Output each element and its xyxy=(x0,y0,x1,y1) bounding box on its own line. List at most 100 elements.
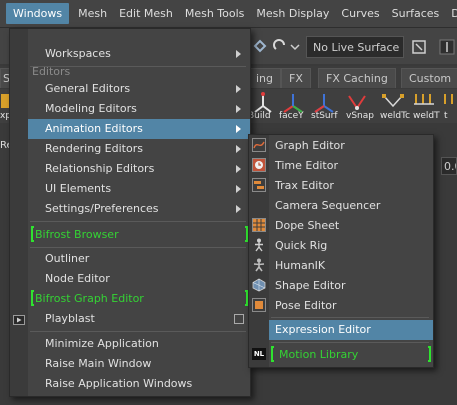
menu-item-label: Animation Editors xyxy=(45,122,143,135)
menu-deform[interactable]: De xyxy=(445,0,457,27)
graph-editor-icon xyxy=(252,138,266,152)
plugin-bracket-left-icon xyxy=(31,290,34,306)
menu-item-label: Settings/Preferences xyxy=(45,202,159,215)
quick-rig-icon xyxy=(255,238,263,252)
menu-curves[interactable]: Curves xyxy=(335,0,385,27)
menu-separator xyxy=(30,331,246,332)
animation-editors-submenu: Graph Editor Time Editor Trax Editor Cam… xyxy=(248,134,434,368)
submenu-item-label: Expression Editor xyxy=(275,323,371,336)
section-label-editors: Editors xyxy=(32,65,71,78)
submenu-item-trax-editor[interactable]: Trax Editor xyxy=(269,176,433,196)
menu-item-label: General Editors xyxy=(45,82,131,95)
submenu-arrow-icon xyxy=(236,50,241,58)
live-surface-field[interactable]: No Live Surface xyxy=(306,36,404,58)
menu-item-raise-application-windows[interactable]: Raise Application Windows xyxy=(28,374,250,394)
menu-item-raise-main-window[interactable]: Raise Main Window xyxy=(28,354,250,374)
menu-item-label: Playblast xyxy=(45,312,95,325)
menu-icon-gutter xyxy=(10,29,28,396)
windows-menu: Workspaces Editors General Editors Model… xyxy=(9,28,251,397)
submenu-item-label: Time Editor xyxy=(275,159,338,172)
shelf-label-weldtc: weldTc xyxy=(380,111,411,121)
submenu-item-pose-editor[interactable]: Pose Editor xyxy=(269,296,433,316)
submenu-arrow-icon xyxy=(236,145,241,153)
symmetry-icon[interactable] xyxy=(438,38,456,56)
shelf-label-weldt: weldT xyxy=(413,111,440,121)
shelf-button-right-icon[interactable] xyxy=(440,90,457,122)
submenu-arrow-icon xyxy=(236,125,241,133)
menu-item-label: Raise Main Window xyxy=(45,357,152,370)
menu-windows[interactable]: Windows xyxy=(6,3,70,24)
motion-library-icon: NL xyxy=(252,348,266,360)
menu-mesh-tools[interactable]: Mesh Tools xyxy=(179,0,251,27)
menu-item-workspaces[interactable]: Workspaces xyxy=(28,44,250,64)
menu-item-label: Bifrost Browser xyxy=(35,228,119,241)
submenu-arrow-icon xyxy=(236,185,241,193)
submenu-item-humanik[interactable]: HumanIK xyxy=(269,256,433,276)
time-editor-icon xyxy=(252,158,266,172)
redo-arrow-icon[interactable] xyxy=(272,38,288,54)
submenu-item-expression-editor[interactable]: Expression Editor xyxy=(269,320,433,340)
menu-item-label: Outliner xyxy=(45,252,90,265)
menu-surfaces[interactable]: Surfaces xyxy=(386,0,446,27)
pose-editor-icon xyxy=(252,298,266,312)
shelf-tab-rigging[interactable]: ing xyxy=(248,68,282,88)
menu-item-label: Minimize Application xyxy=(45,337,159,350)
submenu-item-motion-library[interactable]: Motion Library xyxy=(269,345,433,365)
menu-item-relationship-editors[interactable]: Relationship Editors xyxy=(28,159,250,179)
submenu-arrow-icon xyxy=(236,165,241,173)
submenu-item-label: Graph Editor xyxy=(275,139,345,152)
menu-item-animation-editors[interactable]: Animation Editors xyxy=(28,119,250,139)
submenu-item-label: Motion Library xyxy=(279,348,359,361)
menu-item-bifrost-browser[interactable]: Bifrost Browser xyxy=(28,225,250,245)
main-menu-bar: Windows Mesh Edit Mesh Mesh Tools Mesh D… xyxy=(0,0,457,28)
menu-mesh[interactable]: Mesh xyxy=(69,0,113,27)
submenu-item-label: Shape Editor xyxy=(275,279,346,292)
menu-edit-mesh[interactable]: Edit Mesh xyxy=(113,0,179,27)
menu-item-playblast[interactable]: Playblast xyxy=(28,309,250,329)
menu-item-label: Relationship Editors xyxy=(45,162,155,175)
submenu-item-time-editor[interactable]: Time Editor xyxy=(269,156,433,176)
option-box-icon[interactable] xyxy=(234,314,244,324)
magnet-icon[interactable] xyxy=(410,38,428,56)
shape-editor-icon xyxy=(252,278,266,292)
plugin-bracket-left-icon xyxy=(271,346,274,362)
menu-item-outliner[interactable]: Outliner xyxy=(28,249,250,269)
submenu-item-dope-sheet[interactable]: Dope Sheet xyxy=(269,216,433,236)
menu-item-label: Workspaces xyxy=(45,47,111,60)
menu-item-general-editors[interactable]: General Editors xyxy=(28,79,250,99)
submenu-arrow-icon xyxy=(236,105,241,113)
chevron-down-icon[interactable] xyxy=(290,42,300,52)
submenu-arrow-icon xyxy=(236,205,241,213)
submenu-item-graph-editor[interactable]: Graph Editor xyxy=(269,136,433,156)
submenu-item-camera-sequencer[interactable]: Camera Sequencer xyxy=(269,196,433,216)
submenu-item-label: Pose Editor xyxy=(275,299,337,312)
menu-item-rendering-editors[interactable]: Rendering Editors xyxy=(28,139,250,159)
submenu-item-shape-editor[interactable]: Shape Editor xyxy=(269,276,433,296)
menu-item-label: UI Elements xyxy=(45,182,112,195)
menu-item-modeling-editors[interactable]: Modeling Editors xyxy=(28,99,250,119)
submenu-item-label: Quick Rig xyxy=(275,239,328,252)
menu-item-settings-preferences[interactable]: Settings/Preferences xyxy=(28,199,250,219)
submenu-separator xyxy=(271,342,429,343)
menu-item-node-editor[interactable]: Node Editor xyxy=(28,269,250,289)
submenu-item-label: Trax Editor xyxy=(275,179,334,192)
attribute-value-field[interactable]: 0.0 xyxy=(441,157,457,175)
menu-mesh-display[interactable]: Mesh Display xyxy=(250,0,335,27)
playblast-icon xyxy=(13,315,25,325)
shelf-tab-custom[interactable]: Custom xyxy=(401,68,457,88)
shelf-label-stsurf: stSurf xyxy=(311,111,338,121)
shelf-tab-fx[interactable]: FX xyxy=(281,68,311,88)
dope-sheet-icon xyxy=(252,218,266,232)
submenu-item-quick-rig[interactable]: Quick Rig xyxy=(269,236,433,256)
plugin-bracket-right-icon xyxy=(428,346,431,362)
menu-separator xyxy=(30,247,246,248)
submenu-item-label: HumanIK xyxy=(275,259,326,272)
menu-item-label: Bifrost Graph Editor xyxy=(35,292,144,305)
shelf-tab-fx-caching[interactable]: FX Caching xyxy=(318,68,396,88)
menu-item-minimize-application[interactable]: Minimize Application xyxy=(28,334,250,354)
menu-item-label: Modeling Editors xyxy=(45,102,137,115)
menu-item-ui-elements[interactable]: UI Elements xyxy=(28,179,250,199)
menu-item-bifrost-graph-editor[interactable]: Bifrost Graph Editor xyxy=(28,289,250,309)
snap-magnet-icon[interactable] xyxy=(252,38,268,54)
submenu-item-label: Dope Sheet xyxy=(275,219,340,232)
